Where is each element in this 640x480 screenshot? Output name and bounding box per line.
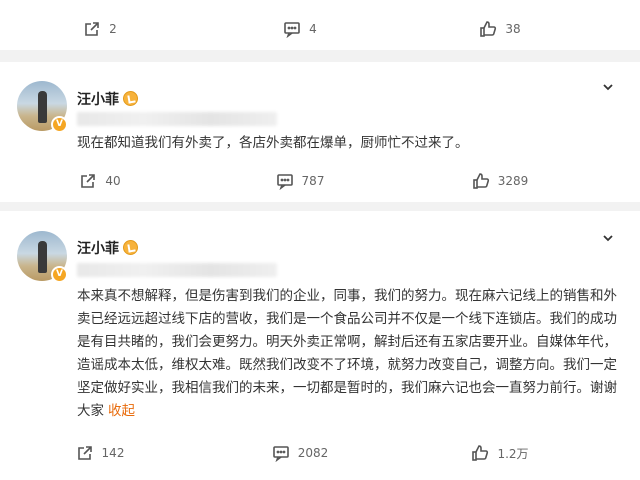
repost-count: 40 (105, 174, 121, 188)
post-card: V 汪小菲 现在都知道我们有外卖了，各店外卖都在爆单，厨师忙不过来了。 40 7… (0, 62, 640, 202)
collapse-link[interactable]: 收起 (108, 403, 135, 419)
post-text: 本来真不想解释，但是伤害到我们的企业，同事，我们的努力。现在麻六记线上的销售和外… (77, 285, 625, 423)
username[interactable]: 汪小菲 (77, 92, 119, 108)
comment-count: 787 (301, 174, 325, 188)
blurred-meta (77, 263, 277, 277)
comment-button[interactable]: 4 (200, 20, 400, 38)
username-row[interactable]: 汪小菲 (77, 238, 138, 258)
comment-icon (284, 22, 300, 38)
avatar[interactable]: V (17, 81, 68, 133)
post-menu-button[interactable] (602, 78, 614, 91)
repost-icon (81, 174, 96, 188)
post-card: V 汪小菲 本来真不想解释，但是伤害到我们的企业，同事，我们的努力。现在麻六记线… (0, 211, 640, 480)
vip-badge-icon: V (51, 116, 68, 133)
repost-icon (85, 22, 99, 36)
repost-icon (77, 446, 92, 460)
comment-button[interactable]: 787 (200, 172, 400, 190)
like-icon (472, 173, 489, 189)
post-menu-button[interactable] (602, 229, 614, 242)
previous-post-card: 2 4 38 (0, 0, 640, 50)
repost-button[interactable]: 2 (0, 20, 200, 38)
like-button[interactable]: 1.2万 (400, 444, 600, 462)
comment-icon (276, 174, 293, 190)
like-count: 3289 (497, 174, 529, 188)
comment-count: 2082 (297, 446, 329, 460)
repost-button[interactable]: 142 (0, 444, 200, 462)
chevron-down-icon (603, 84, 613, 91)
like-button[interactable]: 38 (400, 20, 600, 38)
chevron-down-icon (603, 235, 613, 242)
repost-button[interactable]: 40 (0, 172, 200, 190)
username-row[interactable]: 汪小菲 (77, 89, 138, 109)
post-text-body: 本来真不想解释，但是伤害到我们的企业，同事，我们的努力。现在麻六记线上的销售和外… (77, 288, 617, 419)
comment-icon (272, 446, 289, 462)
username[interactable]: 汪小菲 (77, 241, 119, 257)
like-icon (480, 21, 497, 37)
like-count: 38 (505, 22, 521, 36)
repost-count: 142 (101, 446, 125, 460)
comment-count: 4 (309, 22, 317, 36)
verified-badge-icon (123, 240, 138, 255)
action-bar: 40 787 3289 (0, 172, 640, 190)
vip-badge-icon: V (51, 266, 68, 283)
blurred-meta (77, 112, 277, 126)
verified-badge-icon (123, 91, 138, 106)
like-button[interactable]: 3289 (400, 172, 600, 190)
repost-count: 2 (109, 22, 117, 36)
like-count: 1.2万 (497, 446, 529, 461)
comment-button[interactable]: 2082 (200, 444, 400, 462)
like-icon (472, 445, 489, 461)
post-text: 现在都知道我们有外卖了，各店外卖都在爆单，厨师忙不过来了。 (77, 135, 469, 151)
action-bar: 142 2082 1.2万 (0, 444, 640, 462)
action-bar: 2 4 38 (0, 20, 640, 38)
avatar[interactable]: V (17, 231, 68, 283)
